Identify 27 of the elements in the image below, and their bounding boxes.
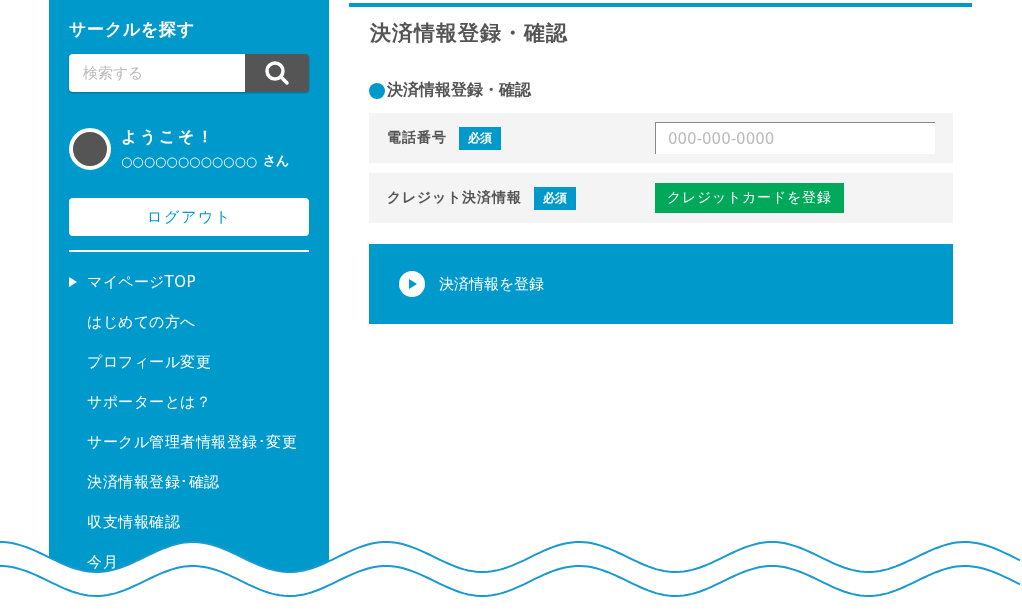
required-badge: 必須	[534, 186, 576, 210]
section-heading: 決済情報登録・確認	[387, 80, 531, 101]
menu-link[interactable]: プロフィール変更	[87, 352, 211, 372]
sidebar-title: サークルを探す	[69, 18, 196, 41]
menu-link[interactable]: マイページTOP	[87, 272, 196, 292]
welcome-text: ようこそ！	[121, 127, 217, 148]
search-icon	[264, 60, 290, 86]
play-icon	[399, 271, 425, 297]
menu-link[interactable]: 今月	[87, 552, 118, 572]
honorific-text: さん	[263, 152, 290, 170]
avatar	[69, 127, 111, 170]
menu-link[interactable]: サポーターとは？	[87, 392, 211, 412]
field-label: クレジット決済情報	[387, 189, 522, 207]
menu-link[interactable]: 収支情報確認	[87, 512, 180, 532]
required-badge: 必須	[459, 126, 501, 150]
page-title: 決済情報登録・確認	[370, 20, 569, 47]
user-name: ○○○○○○○○○○○○	[121, 153, 258, 169]
logout-button[interactable]: ログアウト	[69, 198, 309, 236]
phone-input[interactable]: 000-000-0000	[655, 122, 935, 154]
bullet-icon	[369, 82, 385, 99]
field-label: 電話番号	[387, 129, 447, 147]
submit-button[interactable]: 決済情報を登録	[369, 244, 953, 324]
menu-link[interactable]: はじめての方へ	[87, 312, 196, 332]
menu-link[interactable]: 決済情報登録･確認	[87, 472, 220, 492]
menu-link[interactable]: サークル管理者情報登録･変更	[87, 432, 297, 452]
register-card-button[interactable]: クレジットカードを登録	[655, 183, 844, 213]
search-button[interactable]	[245, 54, 309, 92]
